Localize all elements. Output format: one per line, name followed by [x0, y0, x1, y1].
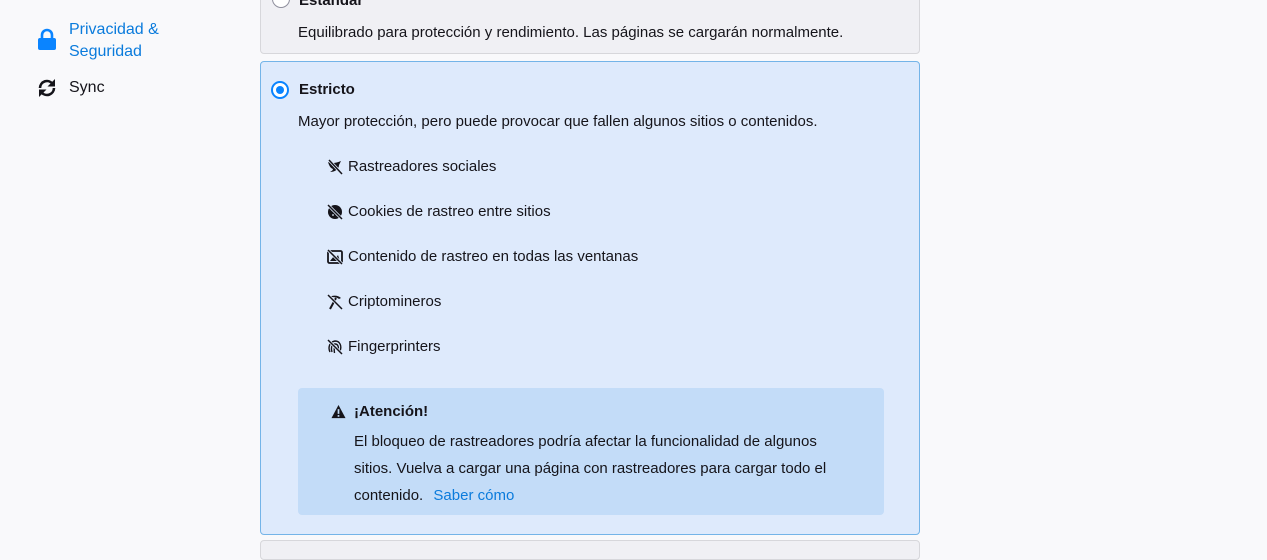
sync-icon	[38, 79, 56, 97]
tracker-item-social: Rastreadores sociales	[327, 158, 496, 175]
sidebar-label-line: Seguridad	[69, 43, 142, 60]
strict-radio[interactable]	[271, 81, 289, 99]
tracker-label: Rastreadores sociales	[348, 158, 497, 175]
warning-message: El bloqueo de rastreadores podría afecta…	[354, 428, 854, 509]
sidebar: Privacidad & Seguridad Sync	[0, 0, 250, 543]
strict-title: Estricto	[299, 81, 355, 98]
tracker-item-content: Contenido de rastreo en todas las ventan…	[327, 248, 638, 265]
warning-icon	[331, 404, 346, 419]
standard-title: Estándar	[299, 0, 364, 9]
custom-option-card[interactable]	[260, 540, 920, 560]
tracker-label: Cookies de rastreo entre sitios	[348, 203, 551, 220]
tracker-item-fingerprinters: Fingerprinters	[327, 338, 441, 355]
learn-more-link[interactable]: Saber cómo	[433, 487, 514, 504]
social-tracker-icon	[327, 158, 343, 175]
standard-radio[interactable]	[272, 0, 290, 8]
cryptominer-icon	[327, 293, 343, 310]
warning-line: El bloqueo de rastreadores podría afecta…	[354, 433, 817, 450]
search-icon	[40, 0, 62, 6]
sidebar-item-privacy[interactable]: Privacidad & Seguridad	[36, 19, 159, 63]
standard-description: Equilibrado para protección y rendimient…	[298, 24, 844, 41]
warning-line: contenido.	[354, 487, 424, 504]
tracker-item-cryptominers: Criptomineros	[327, 293, 441, 310]
tracker-label: Criptomineros	[348, 293, 442, 310]
sidebar-item-sync[interactable]: Sync	[36, 77, 105, 99]
cookie-icon	[327, 203, 343, 220]
strict-description: Mayor protección, pero puede provocar qu…	[298, 113, 818, 130]
warning-line: sitios. Vuelva a cargar una página con r…	[354, 460, 827, 477]
standard-option-card[interactable]: Estándar Equilibrado para protección y r…	[260, 0, 920, 54]
strict-option-card[interactable]: Estricto Mayor protección, pero puede pr…	[260, 61, 920, 535]
sidebar-item-label: Privacidad & Seguridad	[69, 19, 159, 63]
lock-icon	[38, 28, 56, 50]
warning-box: ¡Atención! El bloqueo de rastreadores po…	[298, 388, 884, 515]
tracker-label: Contenido de rastreo en todas las ventan…	[348, 248, 639, 265]
fingerprint-icon	[327, 338, 343, 355]
warning-title: ¡Atención!	[354, 403, 429, 420]
sidebar-label-line: Privacidad &	[69, 21, 159, 38]
tracking-content-icon	[327, 248, 343, 265]
tracker-item-cookies: Cookies de rastreo entre sitios	[327, 203, 551, 220]
tracker-label: Fingerprinters	[348, 338, 441, 355]
sidebar-item-label: Sync	[69, 79, 105, 96]
